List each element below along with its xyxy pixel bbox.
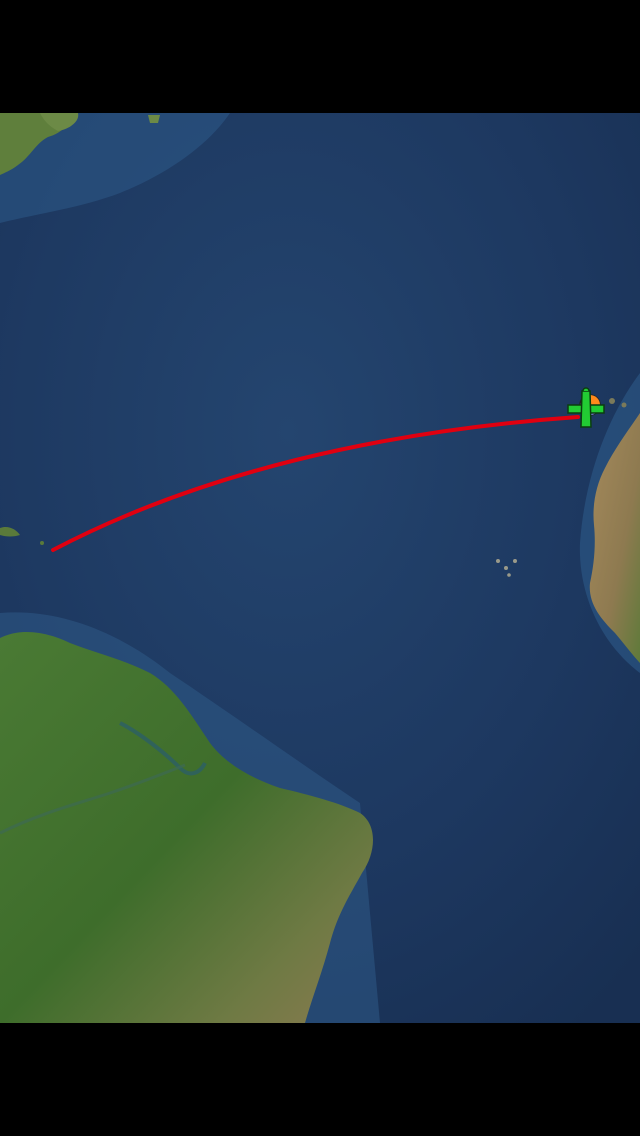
island-canary-1 xyxy=(609,398,615,404)
top-letterbox xyxy=(0,0,640,113)
island-cape-verde-2 xyxy=(504,566,508,570)
island-cape-verde-4 xyxy=(507,573,511,577)
land-sable-island xyxy=(148,115,160,123)
satellite-map[interactable] xyxy=(0,113,640,1023)
bottom-letterbox xyxy=(0,1023,640,1136)
island-canary-2 xyxy=(621,402,627,408)
map-view[interactable] xyxy=(0,113,640,1023)
island-caribbean xyxy=(40,541,44,545)
island-cape-verde-1 xyxy=(496,559,500,563)
island-cape-verde-3 xyxy=(513,559,517,563)
